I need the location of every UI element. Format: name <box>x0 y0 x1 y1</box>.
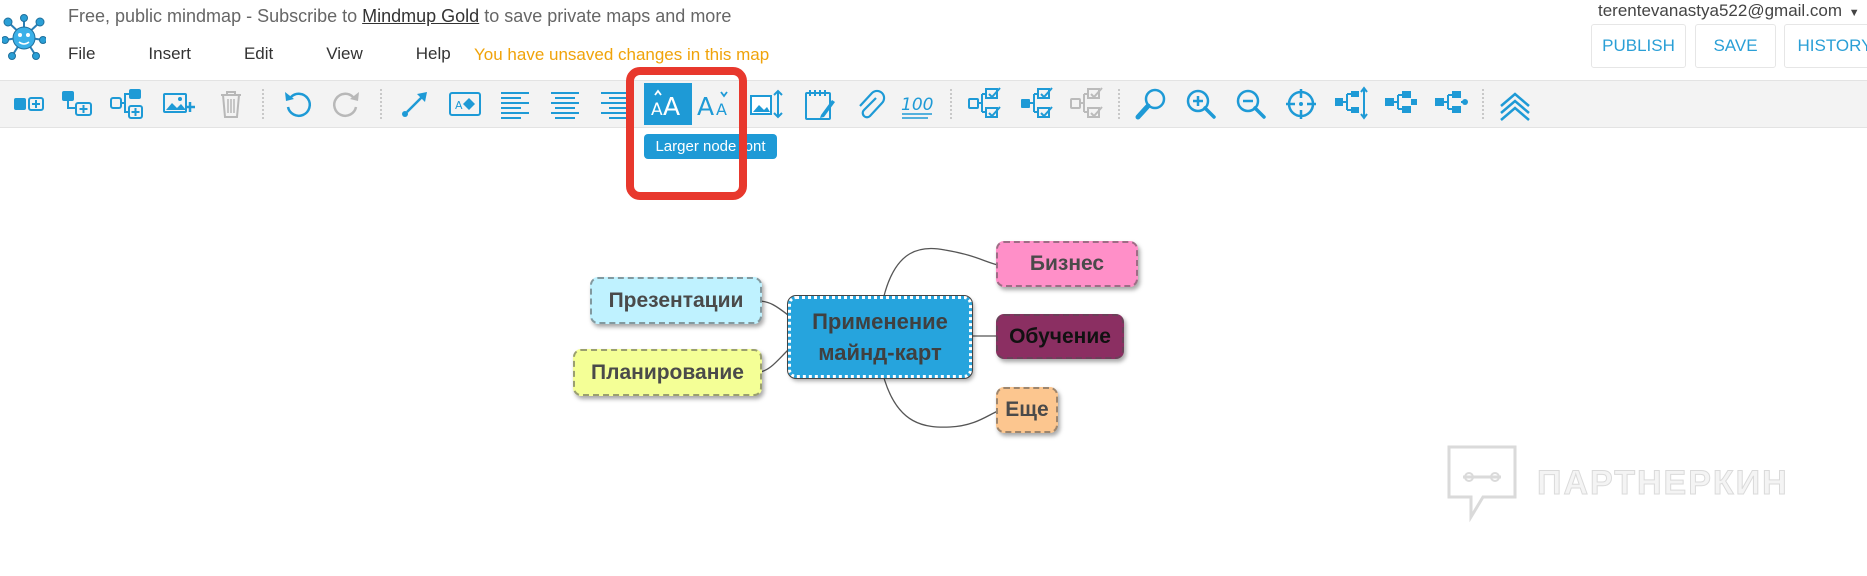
mindmap-node-presentations[interactable]: Презентации <box>590 277 762 324</box>
mindmap-node-planning[interactable]: Планирование <box>573 349 762 396</box>
deselect-icon[interactable] <box>1066 83 1108 125</box>
add-child-node-icon[interactable] <box>56 83 98 125</box>
undo-icon[interactable] <box>276 83 318 125</box>
measure-icon[interactable]: 100 <box>896 83 938 125</box>
align-left-icon[interactable] <box>494 83 536 125</box>
chat-bubble-icon <box>1447 445 1517 523</box>
node-size-icon[interactable] <box>746 83 788 125</box>
collapse-nodes-icon[interactable] <box>1380 83 1422 125</box>
menu-view[interactable]: View <box>326 44 363 64</box>
center-map-icon[interactable] <box>1280 83 1322 125</box>
delete-trash-icon[interactable] <box>210 83 252 125</box>
watermark-text: ПАРТНЕРКИН <box>1537 463 1789 502</box>
add-image-icon[interactable] <box>158 83 200 125</box>
svg-text:A: A <box>455 99 463 112</box>
user-account-menu[interactable]: terentevanastya522@gmail.com ▼ <box>1598 1 1860 21</box>
search-icon[interactable] <box>1130 83 1172 125</box>
svg-text:A: A <box>716 100 727 119</box>
mindmap-root-node[interactable]: Применение майнд-карт <box>787 295 973 379</box>
publish-button[interactable]: PUBLISH <box>1591 24 1686 68</box>
menu-file[interactable]: File <box>68 44 95 64</box>
watermark: ПАРТНЕРКИН <box>1445 443 1789 523</box>
zoom-in-icon[interactable] <box>1180 83 1222 125</box>
svg-text:A: A <box>697 92 714 121</box>
mindmap-node-education[interactable]: Обучение <box>996 314 1124 359</box>
mindmup-logo-icon[interactable] <box>2 14 46 60</box>
mindmap-node-more[interactable]: Еще <box>996 387 1058 433</box>
svg-text:A: A <box>663 92 680 121</box>
mindmup-gold-link[interactable]: Mindmup Gold <box>362 6 479 26</box>
promo-suffix: to save private maps and more <box>479 6 732 26</box>
connect-nodes-icon[interactable] <box>394 83 436 125</box>
menu-help[interactable]: Help <box>416 44 451 64</box>
toolbar: A AA AA 100 <box>0 80 1867 128</box>
promo-banner: Free, public mindmap - Subscribe to Mind… <box>68 6 731 27</box>
add-node-icon[interactable] <box>8 83 50 125</box>
toggle-toolbar-icon[interactable] <box>1494 83 1536 125</box>
add-sibling-node-icon[interactable] <box>106 83 148 125</box>
zoom-out-icon[interactable] <box>1230 83 1272 125</box>
select-children-icon[interactable] <box>1016 83 1058 125</box>
tooltip-larger-node-font: Larger node font <box>644 134 777 159</box>
larger-font-icon[interactable]: AA <box>644 83 692 125</box>
select-all-icon[interactable] <box>964 83 1006 125</box>
attachment-icon[interactable] <box>848 83 890 125</box>
smaller-font-icon[interactable]: AA <box>694 83 736 125</box>
redo-icon[interactable] <box>326 83 368 125</box>
unsaved-changes-notice: You have unsaved changes in this map <box>474 45 770 64</box>
svg-text:A: A <box>651 100 663 120</box>
chevron-down-icon: ▼ <box>1848 7 1860 19</box>
menu-insert[interactable]: Insert <box>148 44 191 64</box>
expand-nodes-icon[interactable] <box>1330 83 1372 125</box>
align-right-icon[interactable] <box>594 83 636 125</box>
save-button[interactable]: SAVE <box>1695 24 1776 68</box>
user-email: terentevanastya522@gmail.com <box>1598 1 1843 20</box>
menu-edit[interactable]: Edit <box>244 44 273 64</box>
promo-prefix: Free, public mindmap - Subscribe to <box>68 6 363 26</box>
notes-icon[interactable] <box>798 83 840 125</box>
svg-text:100: 100 <box>901 95 933 115</box>
align-center-icon[interactable] <box>544 83 586 125</box>
mindmap-node-business[interactable]: Бизнес <box>996 241 1138 287</box>
text-style-icon[interactable]: A <box>444 83 486 125</box>
menu-bar: File Insert Edit View Help <box>68 44 504 64</box>
app-header: Free, public mindmap - Subscribe to Mind… <box>0 0 1867 80</box>
collapse-children-icon[interactable] <box>1430 83 1472 125</box>
history-button[interactable]: HISTORY <box>1784 24 1867 68</box>
